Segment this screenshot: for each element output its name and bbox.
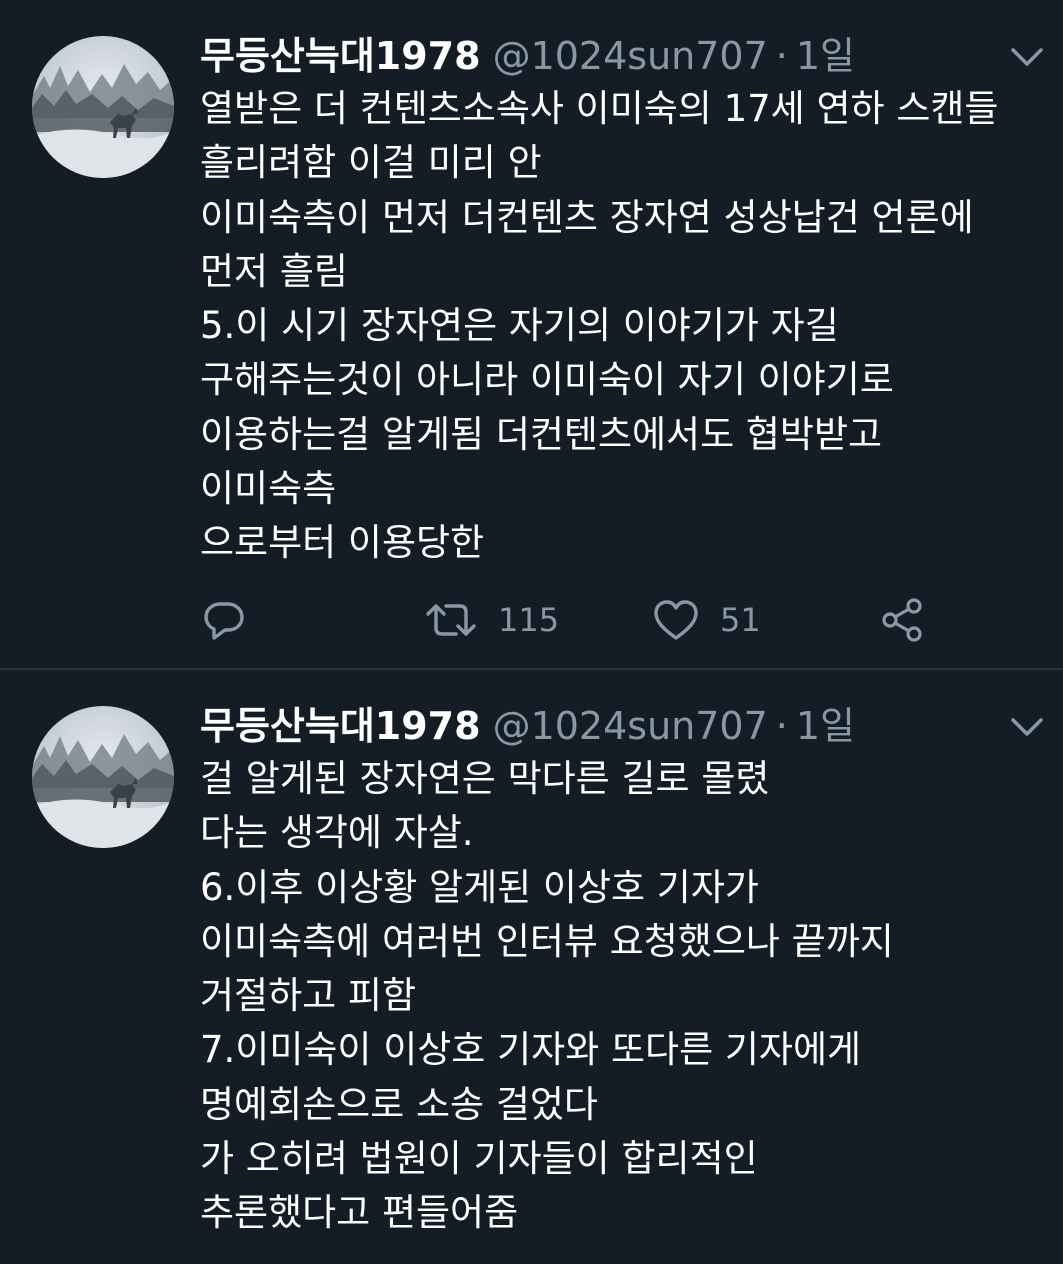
timestamp[interactable]: 1일 bbox=[796, 704, 855, 748]
tweet-text-line: 걸 알게된 장자연은 막다른 길로 몰렸 bbox=[200, 757, 770, 800]
like-count: 51 bbox=[720, 601, 761, 639]
user-handle[interactable]: @1024sun707 bbox=[493, 704, 768, 748]
share-icon bbox=[882, 598, 922, 642]
tweet-text-line: 이용하는걸 알게됨 더컨텐츠에서도 협박받고 bbox=[200, 412, 883, 456]
tweet-header: 무등산늑대1978 @1024sun707 · 1일 bbox=[200, 28, 855, 84]
tweet-text-line: 이미숙측 bbox=[200, 467, 337, 511]
reply-icon bbox=[204, 602, 244, 640]
chevron-down-icon[interactable] bbox=[1005, 708, 1049, 748]
tweet[interactable]: 무등산늑대1978 @1024sun707 · 1일 걸 알게된 장자연은 막다른 길… bbox=[0, 670, 1063, 1264]
tweet-text-line: 5.이 시기 장자연은 자기의 이야기가 자길 bbox=[200, 304, 839, 348]
user-handle[interactable]: @1024sun707 bbox=[493, 34, 768, 78]
tweet-text: 열받은 더 컨텐츠소속사 이미숙의 17세 연하 스캔들 흘리려함 이걸 미리 … bbox=[200, 82, 1050, 571]
tweet-text-line: 거절하고 피함 bbox=[200, 974, 417, 1018]
tweet-text-line: 먼저 흘림 bbox=[200, 249, 348, 293]
wolf-avatar-image bbox=[32, 36, 174, 178]
display-name[interactable]: 무등산늑대1978 bbox=[200, 34, 481, 78]
heart-icon bbox=[654, 600, 698, 640]
tweet-text-line: 6.이후 이상황 알게된 이상호 기자가 bbox=[200, 865, 759, 909]
tweet-header: 무등산늑대1978 @1024sun707 · 1일 bbox=[200, 698, 855, 754]
separator-dot: · bbox=[775, 704, 788, 748]
wolf-avatar-image bbox=[32, 706, 174, 848]
tweet-text-line: 열받은 더 컨텐츠소속사 이미숙의 17세 연하 스캔들 bbox=[200, 87, 999, 130]
chevron-down-icon[interactable] bbox=[1005, 38, 1049, 78]
tweet-text: 걸 알게된 장자연은 막다른 길로 몰렸 다는 생각에 자살. 6.이후 이상황… bbox=[200, 752, 1050, 1241]
avatar[interactable] bbox=[32, 36, 174, 178]
tweet-text-line: 구해주는것이 아니라 이미숙이 자기 이야기로 bbox=[200, 358, 894, 402]
tweet-text-line: 흘리려함 이걸 미리 안 bbox=[200, 141, 542, 185]
tweet-text-line: 명예회손으로 소송 걸었다 bbox=[200, 1082, 598, 1126]
avatar[interactable] bbox=[32, 706, 174, 848]
like-button[interactable]: 51 bbox=[652, 590, 761, 650]
retweet-button[interactable]: 115 bbox=[424, 590, 559, 650]
reply-button[interactable] bbox=[200, 590, 248, 650]
tweet-text-line: 다는 생각에 자살. bbox=[200, 811, 474, 855]
retweet-count: 115 bbox=[498, 601, 560, 639]
tweet-text-line: 가 오히려 법원이 기자들이 합리적인 bbox=[200, 1137, 758, 1181]
timeline: 무등산늑대1978 @1024sun707 · 1일 열받은 더 컨텐츠소속사 이미숙… bbox=[0, 0, 1063, 1264]
display-name[interactable]: 무등산늑대1978 bbox=[200, 704, 481, 748]
tweet-actions: 115 51 bbox=[200, 590, 960, 650]
tweet-text-line: 추론했다고 편들어줌 bbox=[200, 1191, 519, 1235]
tweet-text-line: 7.이미숙이 이상호 기자와 또다른 기자에게 bbox=[200, 1028, 862, 1072]
tweet-text-line: 이미숙측에 여러번 인터뷰 요청했으나 끝까지 bbox=[200, 919, 894, 963]
tweet[interactable]: 무등산늑대1978 @1024sun707 · 1일 열받은 더 컨텐츠소속사 이미숙… bbox=[0, 0, 1063, 668]
tweet-text-line: 이미숙측이 먼저 더컨텐츠 장자연 성상납건 언론에 bbox=[200, 195, 974, 239]
tweet-text-line: 으로부터 이용당한 bbox=[200, 521, 485, 565]
retweet-icon bbox=[426, 604, 476, 636]
timestamp[interactable]: 1일 bbox=[796, 34, 855, 78]
share-button[interactable] bbox=[878, 590, 926, 650]
separator-dot: · bbox=[775, 34, 788, 78]
